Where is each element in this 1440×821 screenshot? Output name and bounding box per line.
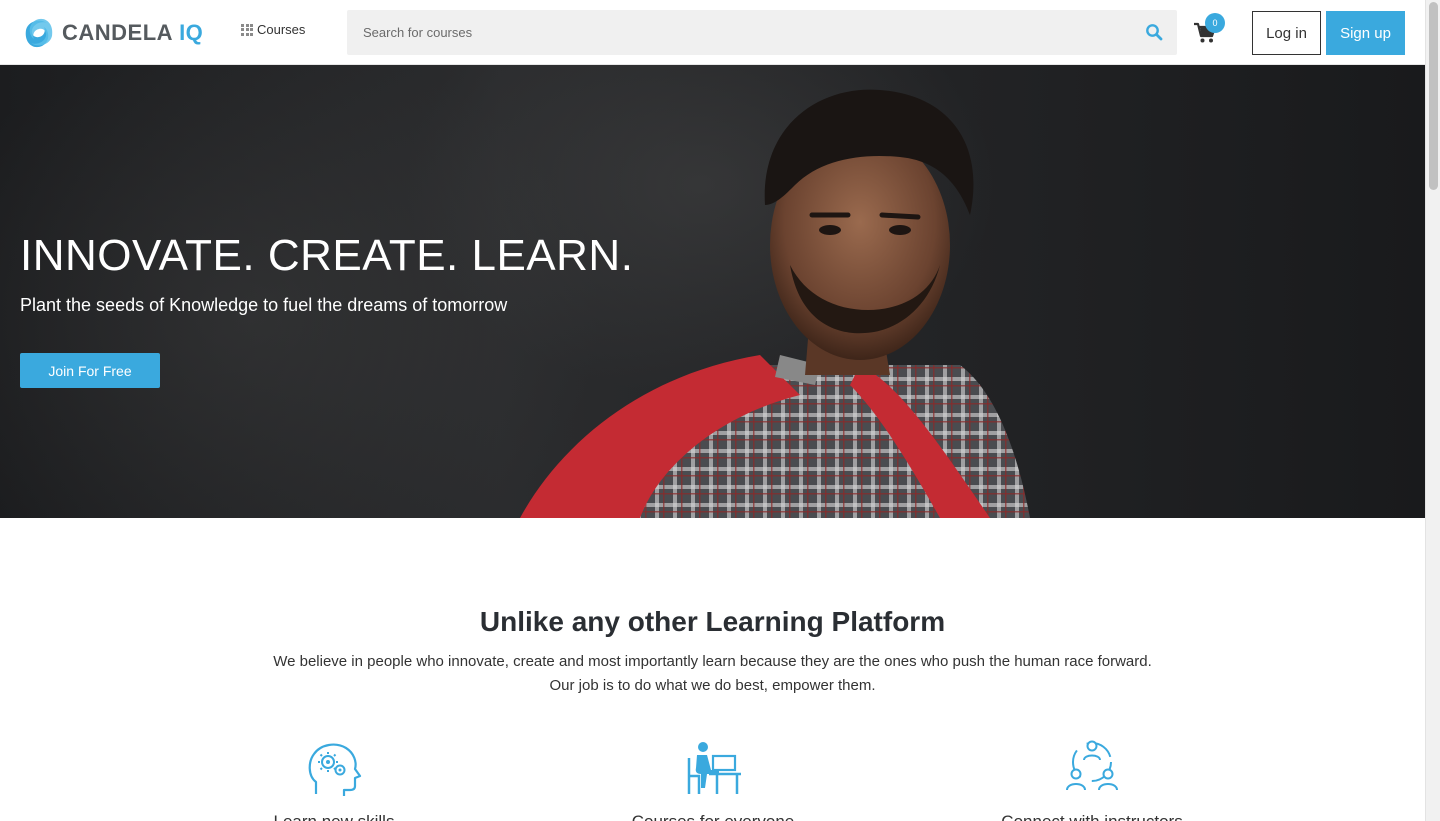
top-navbar: CANDELAIQ Courses 0 Log in Sign up: [0, 0, 1425, 65]
hero-student-image: [520, 89, 1030, 518]
courses-menu-link[interactable]: Courses: [241, 22, 305, 37]
feature-label-2: Courses for everyone: [583, 812, 843, 821]
section-title: Unlike any other Learning Platform: [479, 606, 946, 637]
feature-label-3: Connect with instructors: [962, 812, 1222, 821]
cart-count-badge: 0: [1205, 13, 1225, 33]
section-description: We believe in people who innovate, creat…: [0, 650, 1425, 698]
community-icon: [1066, 740, 1118, 791]
courses-label: Courses: [257, 22, 306, 37]
hero-subtitle: Plant the seeds of Knowledge to fuel the…: [20, 295, 508, 315]
signup-button[interactable]: Sign up: [1326, 11, 1405, 55]
search-icon[interactable]: [1145, 23, 1163, 41]
login-button[interactable]: Log in: [1252, 11, 1321, 55]
scrollbar-thumb[interactable]: [1429, 2, 1438, 190]
brand-name: CANDELA IQ: [62, 20, 204, 45]
hero-banner: INNOVATE. CREATE. LEARN. Plant the seeds…: [0, 65, 1425, 518]
candela-logo-icon: [25, 18, 53, 48]
feature-label-1: Learn new skills: [204, 812, 464, 821]
brain-gears-icon: [308, 743, 362, 796]
hero-title: INNOVATE. CREATE. LEARN.: [20, 231, 634, 280]
description-line-1: We believe in people who innovate, creat…: [273, 653, 1152, 670]
brand-logo[interactable]: CANDELA IQ: [22, 15, 203, 51]
join-for-free-button[interactable]: Join For Free: [20, 353, 160, 388]
search-bar: [347, 10, 1177, 55]
search-input[interactable]: [347, 10, 1127, 55]
grid-icon: [241, 23, 253, 36]
description-line-2: Our job is to do what we do best, empowe…: [549, 677, 876, 694]
page-scrollbar[interactable]: [1425, 0, 1440, 821]
student-desk-icon: [687, 742, 741, 794]
